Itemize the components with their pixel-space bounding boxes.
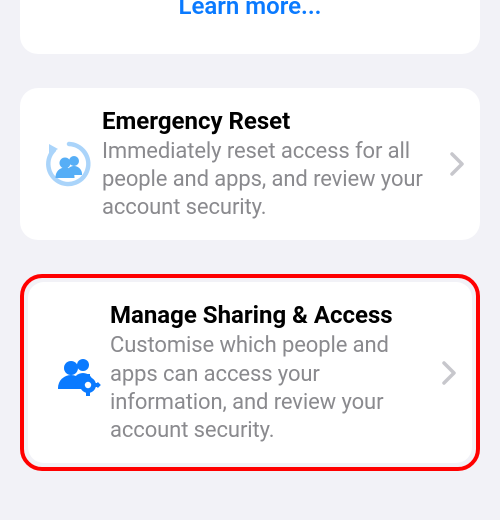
chevron-right-icon — [442, 361, 456, 385]
emergency-reset-subtitle: Immediately reset access for all people … — [102, 138, 436, 222]
manage-sharing-row[interactable]: Manage Sharing & Access Customise which … — [28, 282, 472, 463]
learn-more-link[interactable]: Learn more... — [20, 0, 480, 54]
people-gear-icon — [44, 347, 110, 399]
manage-sharing-body: Manage Sharing & Access Customise which … — [110, 300, 456, 445]
manage-sharing-subtitle: Customise which people and apps can acce… — [110, 332, 428, 445]
emergency-reset-card: Emergency Reset Immediately reset access… — [20, 88, 480, 240]
emergency-reset-row[interactable]: Emergency Reset Immediately reset access… — [20, 88, 480, 240]
reset-people-icon — [36, 138, 102, 190]
manage-sharing-title: Manage Sharing & Access — [110, 300, 428, 330]
emergency-reset-title: Emergency Reset — [102, 106, 436, 136]
highlight-annotation: Manage Sharing & Access Customise which … — [20, 274, 480, 471]
chevron-right-icon — [450, 152, 464, 176]
manage-sharing-card: Manage Sharing & Access Customise which … — [28, 282, 472, 463]
emergency-reset-body: Emergency Reset Immediately reset access… — [102, 106, 464, 222]
settings-page: Learn more... — [0, 0, 500, 471]
info-card: Learn more... — [20, 0, 480, 54]
